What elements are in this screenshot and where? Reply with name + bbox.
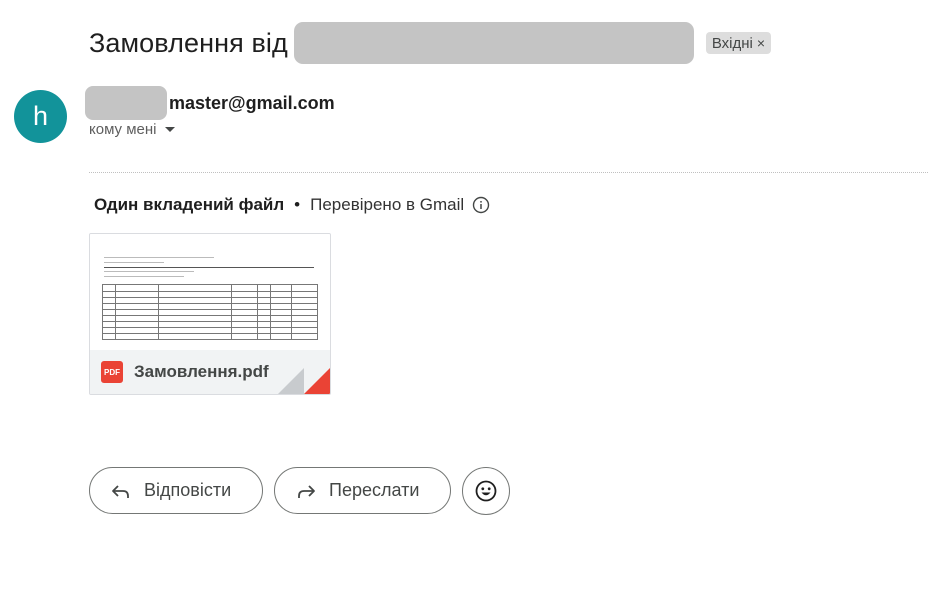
forward-button[interactable]: Переслати	[274, 467, 451, 514]
recipient-label: кому мені	[89, 120, 157, 138]
reply-icon	[112, 484, 129, 498]
reply-button[interactable]: Відповісти	[89, 467, 263, 514]
attachment-count: Один вкладений файл	[94, 195, 285, 214]
forward-icon	[298, 484, 315, 498]
subject-line: Замовлення від Вхідні ×	[89, 22, 772, 64]
sender-email[interactable]: master@gmail.com	[169, 93, 335, 114]
separator-dot: •	[294, 195, 301, 214]
remove-label-icon[interactable]: ×	[757, 35, 765, 51]
email-view: Замовлення від Вхідні × h master@gmail.c…	[0, 0, 928, 593]
redacted-subject-part	[293, 22, 694, 64]
caret-down-icon	[164, 126, 175, 132]
recipient-details-toggle[interactable]: кому мені	[89, 120, 175, 138]
attachment-preview-thumbnail	[90, 234, 330, 350]
label-chip-inbox[interactable]: Вхідні ×	[705, 32, 772, 54]
divider	[89, 172, 928, 173]
emoji-icon	[475, 480, 497, 501]
pdf-icon: PDF	[101, 361, 123, 383]
attachment-card[interactable]: PDF Замовлення.pdf	[89, 233, 331, 395]
page-fold-icon	[278, 368, 330, 394]
info-icon[interactable]	[472, 196, 490, 214]
avatar[interactable]: h	[14, 90, 67, 143]
attachments-header: Один вкладений файл • Перевірено в Gmail	[94, 193, 490, 217]
verified-text: Перевірено в Gmail	[310, 195, 465, 214]
action-buttons: Відповісти Переслати	[89, 466, 510, 515]
attachment-footer: PDF Замовлення.pdf	[90, 350, 330, 394]
emoji-reaction-button[interactable]	[462, 466, 510, 515]
forward-button-label: Переслати	[329, 480, 420, 500]
reply-button-label: Відповісти	[144, 480, 232, 500]
email-subject: Замовлення від	[89, 27, 288, 58]
redacted-sender-name	[85, 86, 167, 120]
sender-line: master@gmail.com	[85, 86, 335, 120]
label-chip-text: Вхідні	[711, 34, 753, 52]
attachment-filename: Замовлення.pdf	[134, 362, 269, 381]
